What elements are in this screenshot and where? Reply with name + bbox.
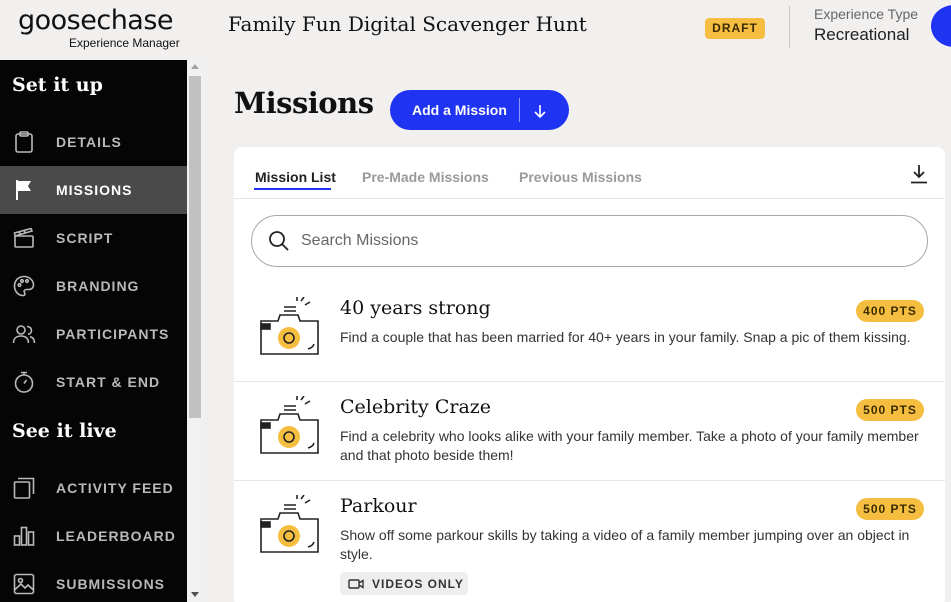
- mission-divider: [234, 480, 945, 481]
- palette-icon: [12, 274, 36, 298]
- tab-mission-list[interactable]: Mission List: [255, 169, 336, 185]
- media-tag-label: VIDEOS ONLY: [372, 576, 464, 591]
- sidebar-item-participants[interactable]: PARTICIPANTS: [0, 310, 187, 358]
- experience-type-value: Recreational: [814, 25, 910, 44]
- video-camera-icon: [348, 578, 364, 590]
- search-icon: [268, 230, 290, 252]
- sidebar-item-label: MISSIONS: [56, 182, 133, 198]
- hunt-title: Family Fun Digital Scavenger Hunt: [228, 12, 587, 36]
- bar-chart-icon: [12, 524, 36, 548]
- mission-description: Show off some parkour skills by taking a…: [340, 527, 910, 562]
- sidebar-scrollbar[interactable]: [187, 60, 203, 602]
- mission-description: Find a couple that has been married for …: [340, 329, 911, 345]
- page-title: Missions: [234, 86, 374, 120]
- stopwatch-icon: [12, 370, 36, 394]
- sidebar-item-activity-feed[interactable]: ACTIVITY FEED: [0, 464, 187, 512]
- camera-icon: [258, 494, 322, 557]
- camera-icon: [258, 296, 322, 359]
- header-divider: [789, 6, 790, 48]
- sidebar-item-label: DETAILS: [56, 134, 122, 150]
- sidebar-section-title: See it live: [12, 420, 117, 442]
- sidebar-item-label: START & END: [56, 374, 161, 390]
- camera-icon: [258, 395, 322, 458]
- arrow-down-icon[interactable]: [529, 100, 551, 122]
- sidebar-item-start-end[interactable]: START & END: [0, 358, 187, 406]
- flag-icon: [12, 178, 36, 202]
- sidebar-item-branding[interactable]: BRANDING: [0, 262, 187, 310]
- sidebar-section-title: Set it up: [12, 74, 103, 96]
- goosechase-logo[interactable]: goosechase Experience Manager: [18, 5, 188, 51]
- scroll-thumb[interactable]: [189, 76, 201, 418]
- sidebar-item-leaderboard[interactable]: LEADERBOARD: [0, 512, 187, 560]
- add-mission-label: Add a Mission: [412, 102, 507, 118]
- points-badge: 400 PTS: [856, 300, 924, 322]
- clipboard-icon: [12, 130, 36, 154]
- search-input[interactable]: [301, 232, 881, 250]
- sidebar-item-label: BRANDING: [56, 278, 140, 294]
- people-icon: [12, 322, 36, 346]
- header-action-button[interactable]: [931, 5, 951, 47]
- mission-title: Celebrity Craze: [340, 396, 492, 418]
- sidebar-item-label: LEADERBOARD: [56, 528, 176, 544]
- logo-subtitle: Experience Manager: [69, 36, 180, 50]
- image-icon: [12, 572, 36, 596]
- experience-type: Experience Type Recreational: [814, 6, 918, 45]
- mission-title: 40 years strong: [340, 297, 491, 319]
- logo-text: goosechase: [18, 5, 174, 36]
- experience-type-label: Experience Type: [814, 6, 919, 22]
- download-icon[interactable]: [910, 164, 928, 184]
- mission-description: Find a celebrity who looks alike with yo…: [340, 428, 919, 463]
- sidebar-item-missions[interactable]: MISSIONS: [0, 166, 187, 214]
- missions-panel: Mission List Pre-Made Missions Previous …: [234, 147, 945, 602]
- tabs-divider: [234, 198, 945, 199]
- active-tab-indicator: [254, 188, 331, 190]
- media-type-tag: VIDEOS ONLY: [340, 572, 468, 595]
- add-mission-button[interactable]: Add a Mission: [390, 90, 569, 130]
- sidebar-item-label: SCRIPT: [56, 230, 114, 246]
- status-badge: DRAFT: [705, 18, 765, 39]
- button-divider: [519, 98, 520, 122]
- mission-title: Parkour: [340, 495, 417, 517]
- tab-pre-made-missions[interactable]: Pre-Made Missions: [362, 169, 489, 185]
- sidebar-item-script[interactable]: SCRIPT: [0, 214, 187, 262]
- scroll-up-arrow[interactable]: [191, 64, 199, 69]
- feed-icon: [12, 476, 36, 500]
- sidebar: Set it up DETAILS MISSIONS SCRIPT BRANDI…: [0, 60, 187, 602]
- points-badge: 500 PTS: [856, 498, 924, 520]
- tab-previous-missions[interactable]: Previous Missions: [519, 169, 642, 185]
- top-header: goosechase Experience Manager Family Fun…: [0, 0, 951, 60]
- search-bar[interactable]: [251, 215, 928, 267]
- sidebar-item-label: SUBMISSIONS: [56, 576, 166, 592]
- sidebar-item-label: PARTICIPANTS: [56, 326, 170, 342]
- sidebar-item-label: ACTIVITY FEED: [56, 480, 174, 496]
- points-badge: 500 PTS: [856, 399, 924, 421]
- clapperboard-icon: [12, 226, 36, 250]
- sidebar-item-details[interactable]: DETAILS: [0, 118, 187, 166]
- mission-divider: [234, 381, 945, 382]
- sidebar-item-submissions[interactable]: SUBMISSIONS: [0, 560, 187, 602]
- scroll-down-arrow[interactable]: [191, 592, 199, 597]
